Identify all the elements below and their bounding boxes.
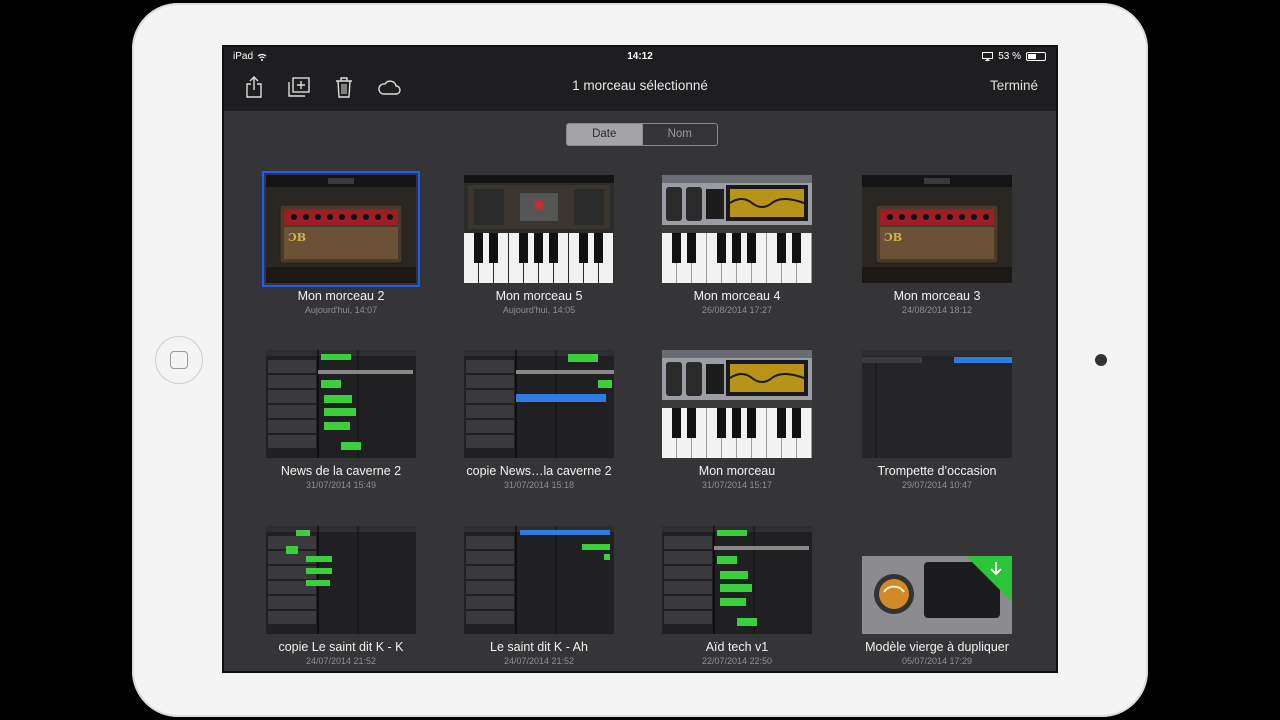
song-thumbnail[interactable]: [266, 350, 416, 458]
status-time: 14:12: [627, 51, 653, 62]
battery-icon: [1026, 52, 1046, 61]
svg-text:ƆB: ƆB: [288, 231, 306, 244]
song-thumbnail[interactable]: [464, 175, 614, 283]
song-thumbnail[interactable]: [662, 350, 812, 458]
screen-mirror-icon: [982, 52, 994, 61]
song-name[interactable]: Mon morceau: [642, 464, 832, 478]
status-bar: iPad 14:12 53 %: [224, 47, 1056, 67]
song-date: 26/08/2014 17:27: [701, 305, 773, 315]
song-tile[interactable]: Mon morceau 4 26/08/2014 17:27: [642, 175, 832, 325]
song-date: 29/07/2014 10:47: [901, 480, 973, 490]
song-thumbnail[interactable]: [266, 526, 416, 634]
song-name[interactable]: Mon morceau 2: [246, 289, 436, 303]
download-icon[interactable]: [986, 556, 1012, 580]
song-tile[interactable]: ƆB Mon morceau 2 Aujourd'hui, 14:07: [246, 171, 436, 325]
song-date: 24/07/2014 21:52: [503, 656, 575, 666]
song-date: 31/07/2014 15:17: [701, 480, 773, 490]
song-date: 31/07/2014 15:49: [305, 480, 377, 490]
song-thumbnail[interactable]: ƆB: [262, 171, 420, 287]
done-button[interactable]: Terminé: [990, 78, 1038, 93]
song-name[interactable]: Modèle vierge à dupliquer: [842, 640, 1032, 654]
song-tile[interactable]: Le saint dit K - Ah 24/07/2014 21:52: [444, 526, 634, 671]
sort-segmented-control: Date Nom: [566, 123, 718, 146]
song-thumbnail[interactable]: ƆB: [862, 175, 1012, 283]
song-date: 31/07/2014 15:18: [503, 480, 575, 490]
song-name[interactable]: Le saint dit K - Ah: [444, 640, 634, 654]
song-thumbnail[interactable]: [464, 350, 614, 458]
toolbar: 1 morceau sélectionné Terminé: [224, 67, 1056, 111]
song-name[interactable]: Mon morceau 5: [444, 289, 634, 303]
sort-name-option[interactable]: Nom: [641, 124, 718, 145]
song-tile[interactable]: copie News…la caverne 2 31/07/2014 15:18: [444, 350, 634, 500]
song-date: 05/07/2014 17:29: [901, 656, 973, 666]
song-thumbnail[interactable]: [662, 175, 812, 283]
song-thumbnail[interactable]: [862, 526, 1012, 634]
song-date: 22/07/2014 22:50: [701, 656, 773, 666]
song-name[interactable]: Mon morceau 4: [642, 289, 832, 303]
song-tile[interactable]: copie Le saint dit K - K 24/07/2014 21:52: [246, 526, 436, 671]
battery-percent: 53 %: [998, 51, 1021, 62]
song-name[interactable]: News de la caverne 2: [246, 464, 436, 478]
song-tile[interactable]: Aïd tech v1 22/07/2014 22:50: [642, 526, 832, 671]
svg-text:ƆB: ƆB: [884, 231, 902, 244]
song-tile[interactable]: ƆB Mon morceau 3 24/08/2014 18:12: [842, 175, 1032, 325]
camera-lens: [1095, 354, 1107, 366]
song-tile[interactable]: News de la caverne 2 31/07/2014 15:49: [246, 350, 436, 500]
song-thumbnail[interactable]: [862, 350, 1012, 458]
selection-title: 1 morceau sélectionné: [572, 78, 708, 93]
song-tile[interactable]: Mon morceau 31/07/2014 15:17: [642, 350, 832, 500]
song-date: Aujourd'hui, 14:07: [304, 305, 378, 315]
song-name[interactable]: copie Le saint dit K - K: [246, 640, 436, 654]
song-date: 24/08/2014 18:12: [901, 305, 973, 315]
home-button[interactable]: [155, 336, 203, 384]
sort-date-option[interactable]: Date: [567, 124, 642, 145]
ipad-screen: iPad 14:12 53 % 1 morceau sélectionné Te…: [222, 45, 1058, 673]
song-name[interactable]: Mon morceau 3: [842, 289, 1032, 303]
song-date: 24/07/2014 21:52: [305, 656, 377, 666]
song-tile[interactable]: Modèle vierge à dupliquer 05/07/2014 17:2…: [842, 526, 1032, 671]
song-name[interactable]: copie News…la caverne 2: [444, 464, 634, 478]
song-thumbnail[interactable]: [662, 526, 812, 634]
song-tile[interactable]: Trompette d’occasion 29/07/2014 10:47: [842, 350, 1032, 500]
song-thumbnail[interactable]: [464, 526, 614, 634]
song-name[interactable]: Trompette d’occasion: [842, 464, 1032, 478]
song-name[interactable]: Aïd tech v1: [642, 640, 832, 654]
song-tile[interactable]: Mon morceau 5 Aujourd'hui, 14:05: [444, 175, 634, 325]
song-date: Aujourd'hui, 14:05: [502, 305, 576, 315]
